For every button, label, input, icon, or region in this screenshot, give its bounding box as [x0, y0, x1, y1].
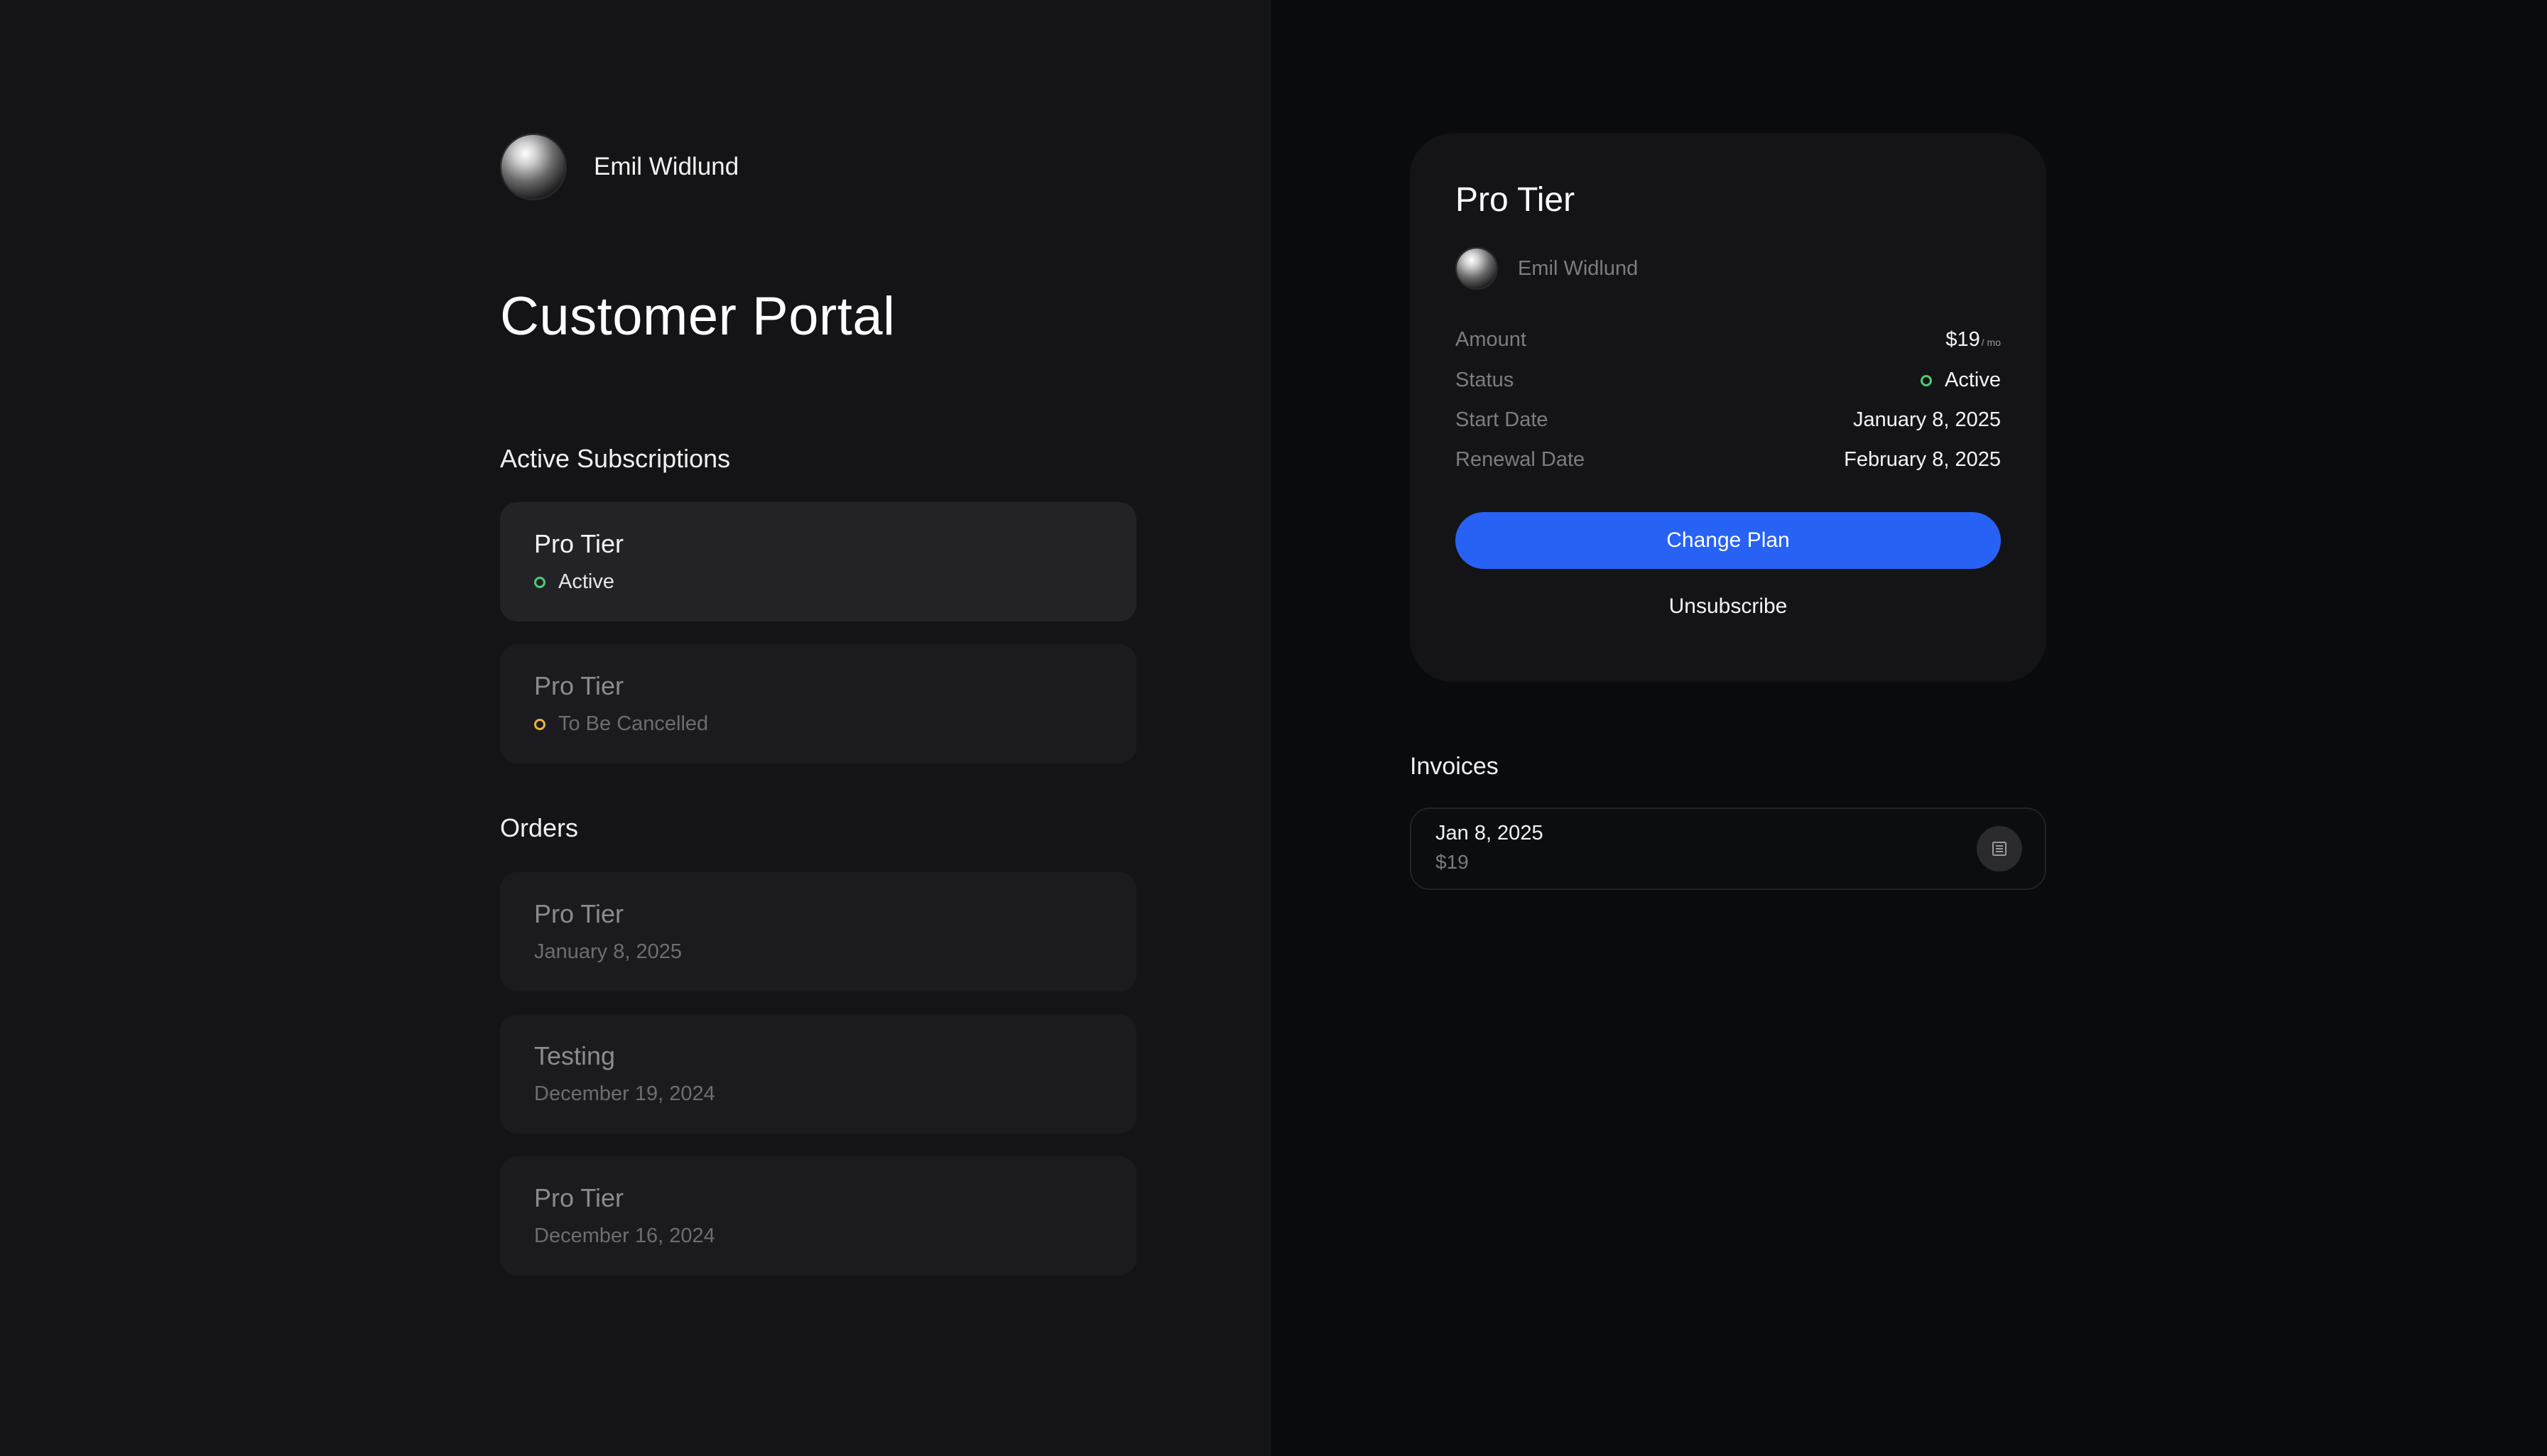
status-text: Active: [1945, 369, 2001, 391]
user-name: Emil Widlund: [594, 153, 739, 180]
renewal-date-label: Renewal Date: [1455, 448, 1585, 471]
start-date-value: January 8, 2025: [1853, 408, 2001, 431]
start-date-label: Start Date: [1455, 408, 1548, 431]
amount-label: Amount: [1455, 328, 1526, 351]
detail-user-name: Emil Widlund: [1518, 256, 1639, 280]
change-plan-button[interactable]: Change Plan: [1455, 512, 2001, 569]
order-title: Pro Tier: [534, 899, 624, 928]
subscription-status: To Be Cancelled: [534, 712, 708, 736]
order-card[interactable]: Pro Tier January 8, 2025: [500, 872, 1136, 992]
amount-period: / mo: [1981, 336, 2001, 348]
orders-heading: Orders: [500, 813, 579, 842]
renewal-date-row: Renewal Date February 8, 2025: [1455, 448, 2001, 472]
subscription-card[interactable]: Pro Tier To Be Cancelled: [500, 644, 1136, 764]
avatar: [1455, 247, 1498, 290]
status-row: Status Active: [1455, 369, 2001, 392]
subscription-detail-card: Pro Tier Emil Widlund Amount $19 / mo St…: [1410, 134, 2046, 682]
amount-value: $19 / mo: [1945, 328, 2001, 352]
subscriptions-heading: Active Subscriptions: [500, 444, 731, 473]
status-active-dot-icon: [534, 576, 545, 588]
amount-row: Amount $19 / mo: [1455, 328, 2001, 352]
order-card[interactable]: Testing December 19, 2024: [500, 1014, 1136, 1134]
order-card[interactable]: Pro Tier December 16, 2024: [500, 1156, 1136, 1276]
subscription-title: Pro Tier: [534, 529, 624, 558]
subscription-status: Active: [534, 570, 614, 594]
user-header: Emil Widlund: [500, 134, 739, 200]
status-label: Status: [1455, 369, 1514, 391]
order-title: Testing: [534, 1041, 616, 1070]
order-date: December 19, 2024: [534, 1082, 715, 1105]
detail-user: Emil Widlund: [1455, 247, 1638, 290]
receipt-icon: [1992, 842, 2006, 856]
receipt-button[interactable]: [1977, 826, 2022, 871]
invoice-date: Jan 8, 2025: [1435, 822, 1543, 844]
invoice-amount: $19: [1435, 851, 1469, 873]
invoices-heading: Invoices: [1410, 753, 1499, 780]
invoice-row[interactable]: Jan 8, 2025 $19: [1410, 808, 2046, 890]
left-panel: Emil Widlund Customer Portal Active Subs…: [0, 0, 1271, 1456]
avatar: [500, 134, 567, 200]
status-cancelled-dot-icon: [534, 718, 545, 730]
right-panel: Pro Tier Emil Widlund Amount $19 / mo St…: [1271, 0, 2547, 1456]
status-active-dot-icon: [1921, 374, 1933, 386]
detail-title: Pro Tier: [1455, 181, 1575, 219]
page-title: Customer Portal: [500, 286, 896, 347]
order-title: Pro Tier: [534, 1183, 624, 1212]
amount-number: $19: [1945, 328, 1980, 351]
status-text: To Be Cancelled: [558, 712, 709, 735]
order-date: January 8, 2025: [534, 940, 682, 963]
subscription-card[interactable]: Pro Tier Active: [500, 502, 1136, 621]
start-date-row: Start Date January 8, 2025: [1455, 408, 2001, 432]
order-date: December 16, 2024: [534, 1224, 715, 1247]
unsubscribe-button[interactable]: Unsubscribe: [1455, 585, 2001, 628]
status-value: Active: [1921, 369, 2001, 392]
subscription-title: Pro Tier: [534, 671, 624, 700]
renewal-date-value: February 8, 2025: [1844, 448, 2001, 471]
status-text: Active: [558, 570, 614, 593]
